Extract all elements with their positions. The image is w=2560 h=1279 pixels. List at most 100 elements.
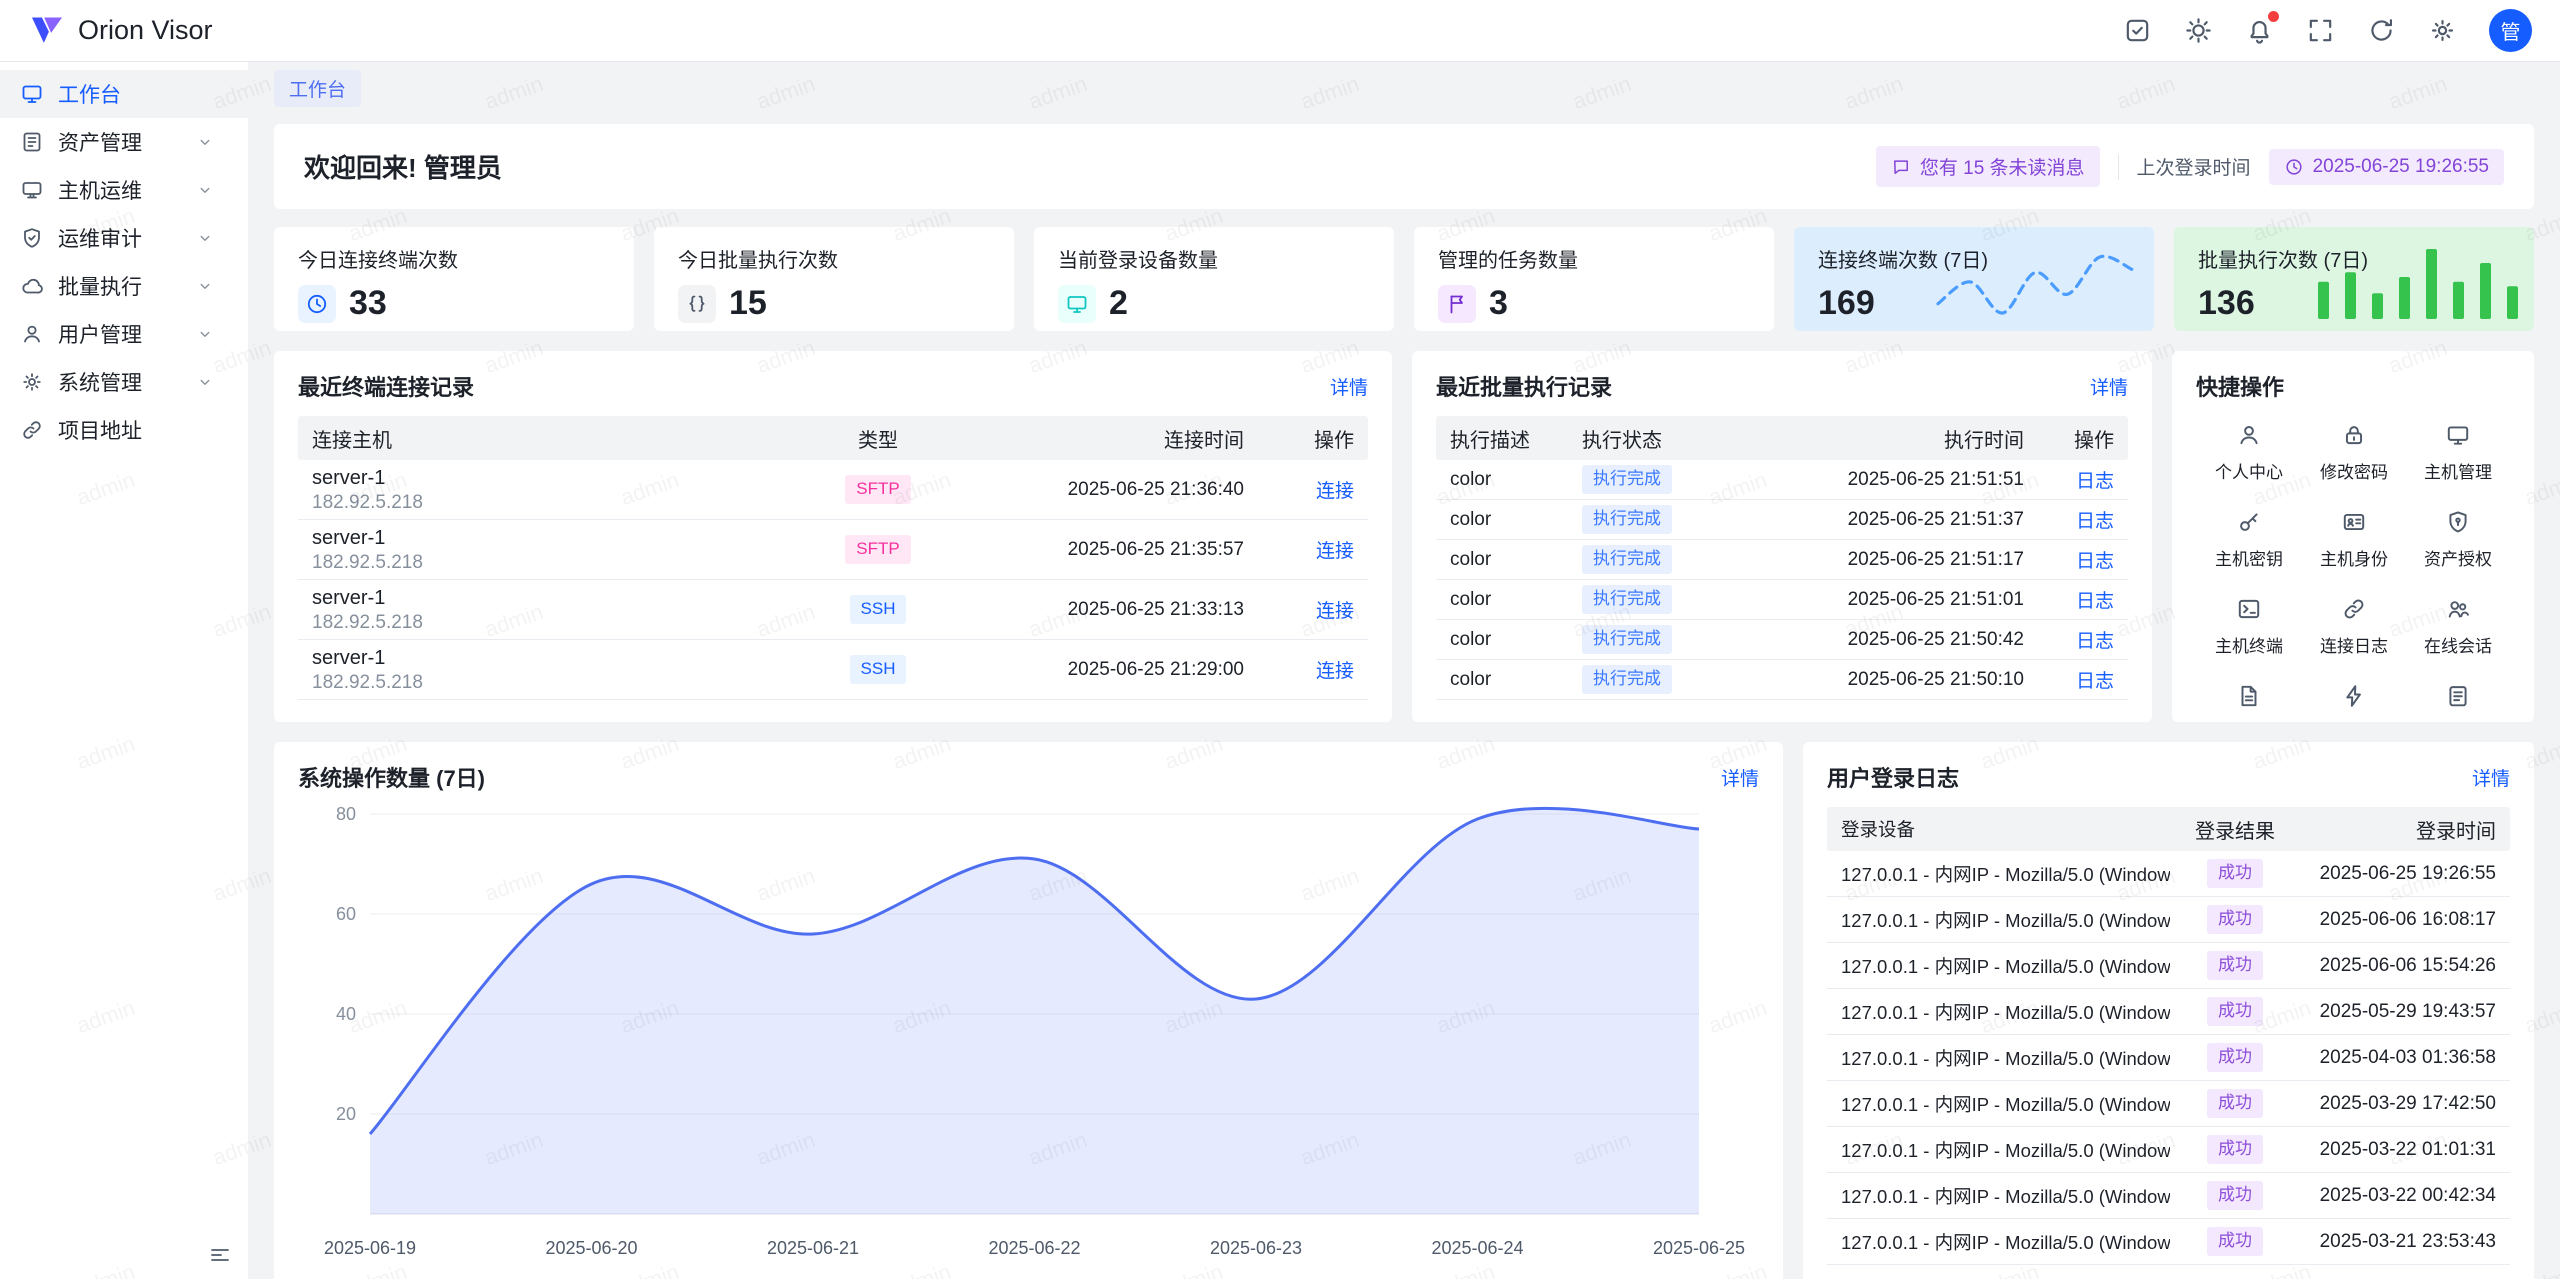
sidebar-item-label: 运维审计 xyxy=(58,223,142,253)
batch-table-body: color执行完成2025-06-25 21:51:51日志color执行完成2… xyxy=(1436,460,2128,700)
terminal-table-row: server-1182.92.5.218SSH2025-06-25 21:33:… xyxy=(298,580,1368,640)
login-result-badge: 成功 xyxy=(2207,1089,2263,1118)
connection-type-badge: SSH xyxy=(850,595,907,624)
message-icon xyxy=(1891,157,1911,177)
login-table: 登录设备登录结果登录时间 127.0.0.1 - 内网IP - Mozilla/… xyxy=(1827,807,2510,1265)
sidebar-item-project-link[interactable]: 项目地址 xyxy=(0,406,248,454)
sidebar-item-label: 批量执行 xyxy=(58,271,142,301)
log-link[interactable]: 日志 xyxy=(2076,551,2114,572)
exec-status-badge: 执行完成 xyxy=(1582,625,1672,654)
panel-title: 快捷操作 xyxy=(2196,370,2284,402)
terminal-detail-link[interactable]: 详情 xyxy=(1330,373,1368,400)
quick-action-label: 主机管理 xyxy=(2424,458,2492,483)
unread-messages-badge[interactable]: 您有 15 条未读消息 xyxy=(1876,146,2100,187)
asset-icon xyxy=(20,130,44,154)
login-device: 127.0.0.1 - 内网IP - Mozilla/5.0 (Windows … xyxy=(1827,907,2170,933)
log-link[interactable]: 日志 xyxy=(2076,591,2114,612)
connect-link[interactable]: 连接 xyxy=(1316,661,1354,682)
quick-action-host-identity[interactable]: 主机身份 xyxy=(2302,496,2406,583)
system-ops-detail-link[interactable]: 详情 xyxy=(1721,764,1759,791)
connection-type-badge: SFTP xyxy=(845,535,910,564)
connection-time: 2025-06-25 21:35:57 xyxy=(958,539,1258,561)
sidebar-item-system-management[interactable]: 系统管理 xyxy=(0,358,248,406)
svg-text:2025-06-20: 2025-06-20 xyxy=(545,1238,637,1258)
stat-card: 今日连接终端次数33 xyxy=(274,227,634,331)
settings-gear-icon[interactable] xyxy=(2428,16,2457,45)
quick-action-change-password[interactable]: 修改密码 xyxy=(2302,409,2406,496)
quick-action-file-operation-log[interactable]: 文件操作日志 xyxy=(2196,670,2302,722)
quick-action-label: 连接日志 xyxy=(2320,632,2388,657)
connect-link[interactable]: 连接 xyxy=(1316,481,1354,502)
quick-action-execution-log[interactable]: 执行日志 xyxy=(2406,670,2510,722)
svg-text:2025-06-21: 2025-06-21 xyxy=(767,1238,859,1258)
login-device: 127.0.0.1 - 内网IP - Mozilla/5.0 (Windows … xyxy=(1827,953,2170,979)
idcard-icon xyxy=(2341,509,2367,535)
quick-action-personal-center[interactable]: 个人中心 xyxy=(2196,409,2302,496)
log-link[interactable]: 日志 xyxy=(2076,471,2114,492)
sidebar-item-asset-management[interactable]: 资产管理 xyxy=(0,118,248,166)
login-table-row: 127.0.0.1 - 内网IP - Mozilla/5.0 (Windows … xyxy=(1827,1173,2510,1219)
batch-table-row: color执行完成2025-06-25 21:50:42日志 xyxy=(1436,620,2128,660)
terminal-table-row: server-1182.92.5.218SFTP2025-06-25 21:36… xyxy=(298,460,1368,520)
exec-description: color xyxy=(1436,629,1568,651)
stat-card-value: 15 xyxy=(729,284,767,323)
login-time: 2025-03-21 23:53:43 xyxy=(2300,1231,2510,1253)
link-icon xyxy=(20,418,44,442)
sidebar-item-label: 主机运维 xyxy=(58,175,142,205)
quick-action-host-terminal[interactable]: 主机终端 xyxy=(2196,583,2302,670)
clock-icon xyxy=(298,285,336,323)
bottom-row: 系统操作数量 (7日) 详情 204060802025-06-192025-06… xyxy=(274,742,2534,1279)
log-link[interactable]: 日志 xyxy=(2076,511,2114,532)
fullscreen-icon xyxy=(2306,16,2335,45)
chevron-down-icon xyxy=(196,277,214,295)
quick-action-host-key[interactable]: 主机密钥 xyxy=(2196,496,2302,583)
refresh-icon[interactable] xyxy=(2367,16,2396,45)
login-result-badge: 成功 xyxy=(2207,1181,2263,1210)
todo-check-icon[interactable] xyxy=(2123,16,2152,45)
quick-action-host-management[interactable]: 主机管理 xyxy=(2406,409,2510,496)
host-name: server-1 xyxy=(312,465,784,491)
login-device: 127.0.0.1 - 内网IP - Mozilla/5.0 (Windows … xyxy=(1827,1045,2170,1071)
notification-bell-icon[interactable] xyxy=(2245,16,2274,45)
connect-link[interactable]: 连接 xyxy=(1316,541,1354,562)
sidebar-item-ops-audit[interactable]: 运维审计 xyxy=(0,214,248,262)
login-device: 127.0.0.1 - 内网IP - Mozilla/5.0 (Windows … xyxy=(1827,999,2170,1025)
collapse-sidebar-icon[interactable] xyxy=(208,1243,232,1267)
sidebar-item-user-management[interactable]: 用户管理 xyxy=(0,310,248,358)
batch-table-header: 执行描述执行状态执行时间操作 xyxy=(1436,416,2128,460)
quick-action-online-session[interactable]: 在线会话 xyxy=(2406,583,2510,670)
terminal-table-body: server-1182.92.5.218SFTP2025-06-25 21:36… xyxy=(298,460,1368,700)
quick-action-label: 执行日志 xyxy=(2424,719,2492,722)
host-ip: 182.92.5.218 xyxy=(312,611,784,635)
quick-action-command-execution[interactable]: 命令执行 xyxy=(2302,670,2406,722)
stat-card: 管理的任务数量3 xyxy=(1414,227,1774,331)
log-link[interactable]: 日志 xyxy=(2076,671,2114,692)
breadcrumb[interactable]: 工作台 xyxy=(274,70,361,107)
quick-action-asset-authorization[interactable]: 资产授权 xyxy=(2406,496,2510,583)
stat-card-value: 169 xyxy=(1818,284,1875,323)
clock-icon xyxy=(305,292,329,316)
system-ops-chart: 204060802025-06-192025-06-202025-06-2120… xyxy=(298,796,1759,1272)
braces-icon xyxy=(678,285,716,323)
log-link[interactable]: 日志 xyxy=(2076,631,2114,652)
login-result-badge: 成功 xyxy=(2207,1043,2263,1072)
connect-link[interactable]: 连接 xyxy=(1316,601,1354,622)
batch-detail-link[interactable]: 详情 xyxy=(2090,373,2128,400)
exec-description: color xyxy=(1436,509,1568,531)
sidebar-menu: 工作台资产管理主机运维运维审计批量执行用户管理系统管理项目地址 xyxy=(0,62,248,1231)
login-log-detail-link[interactable]: 详情 xyxy=(2472,764,2510,791)
host-monitor-icon xyxy=(20,178,44,202)
exec-description: color xyxy=(1436,549,1568,571)
fullscreen-icon[interactable] xyxy=(2306,16,2335,45)
sidebar-item-workbench[interactable]: 工作台 xyxy=(0,70,248,118)
quick-action-connection-log[interactable]: 连接日志 xyxy=(2302,583,2406,670)
svg-text:20: 20 xyxy=(336,1104,356,1124)
exec-status-badge: 执行完成 xyxy=(1582,545,1672,574)
theme-sun-icon[interactable] xyxy=(2184,16,2213,45)
sidebar-item-host-ops[interactable]: 主机运维 xyxy=(0,166,248,214)
login-table-row: 127.0.0.1 - 内网IP - Mozilla/5.0 (Windows … xyxy=(1827,943,2510,989)
user-avatar[interactable]: 管 xyxy=(2489,9,2532,52)
stats-row: 今日连接终端次数33今日批量执行次数15当前登录设备数量2管理的任务数量3连接终… xyxy=(274,227,2534,331)
sidebar-item-batch-execute[interactable]: 批量执行 xyxy=(0,262,248,310)
todo-check-icon xyxy=(2123,16,2152,45)
